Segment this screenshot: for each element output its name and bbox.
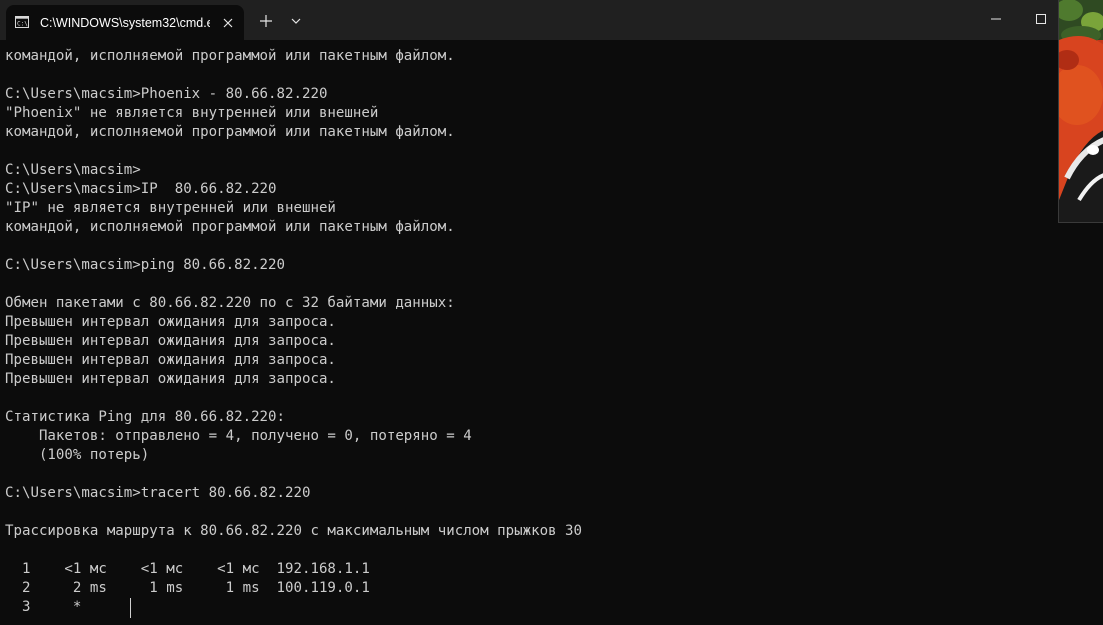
terminal-line: командой, исполняемой программой или пак…: [5, 219, 455, 235]
chevron-down-icon[interactable]: [285, 10, 307, 32]
minimize-icon[interactable]: [985, 10, 1007, 28]
text-cursor: [130, 598, 131, 618]
terminal-line: Превышен интервал ожидания для запроса.: [5, 352, 336, 368]
title-bar: C:\ C:\WINDOWS\system32\cmd.e: [0, 0, 1103, 40]
terminal-line: Превышен интервал ожидания для запроса.: [5, 314, 336, 330]
terminal-line: 1 <1 мс <1 мс <1 мс 192.168.1.1: [5, 561, 370, 577]
terminal-line: командой, исполняемой программой или пак…: [5, 48, 455, 64]
terminal-output[interactable]: командой, исполняемой программой или пак…: [0, 40, 1103, 625]
terminal-line: Превышен интервал ожидания для запроса.: [5, 333, 336, 349]
tab-title: C:\WINDOWS\system32\cmd.e: [40, 16, 210, 30]
terminal-window: C:\ C:\WINDOWS\system32\cmd.e командой, …: [0, 0, 1103, 625]
photo-image: [1059, 0, 1103, 222]
terminal-line: Трассировка маршрута к 80.66.82.220 с ма…: [5, 523, 582, 539]
maximize-icon[interactable]: [1030, 9, 1052, 29]
svg-text:C:\: C:\: [17, 21, 28, 28]
terminal-line: Обмен пакетами с 80.66.82.220 по с 32 ба…: [5, 295, 455, 311]
cmd-icon: C:\: [15, 16, 29, 28]
tab-cmd[interactable]: C:\ C:\WINDOWS\system32\cmd.e: [6, 5, 244, 40]
terminal-line: C:\Users\macsim>tracert 80.66.82.220: [5, 485, 311, 501]
close-icon[interactable]: [219, 14, 237, 32]
terminal-line: C:\Users\macsim>IP 80.66.82.220: [5, 181, 277, 197]
terminal-line: "IP" не является внутренней или внешней: [5, 200, 336, 216]
terminal-line: Статистика Ping для 80.66.82.220:: [5, 409, 286, 425]
terminal-line: C:\Users\macsim>Phoenix - 80.66.82.220: [5, 86, 328, 102]
terminal-line: C:\Users\macsim>: [5, 162, 141, 178]
plus-icon[interactable]: [255, 10, 277, 32]
terminal-line: командой, исполняемой программой или пак…: [5, 124, 455, 140]
terminal-line: 2 2 ms 1 ms 1 ms 100.119.0.1: [5, 580, 370, 596]
terminal-line: (100% потерь): [5, 447, 150, 463]
terminal-line: Превышен интервал ожидания для запроса.: [5, 371, 336, 387]
terminal-line: C:\Users\macsim>ping 80.66.82.220: [5, 257, 286, 273]
background-window-photo: [1058, 0, 1103, 223]
terminal-line: 3 *: [5, 599, 82, 615]
terminal-line: "Phoenix" не является внутренней или вне…: [5, 105, 379, 121]
terminal-line: Пакетов: отправлено = 4, получено = 0, п…: [5, 428, 472, 444]
